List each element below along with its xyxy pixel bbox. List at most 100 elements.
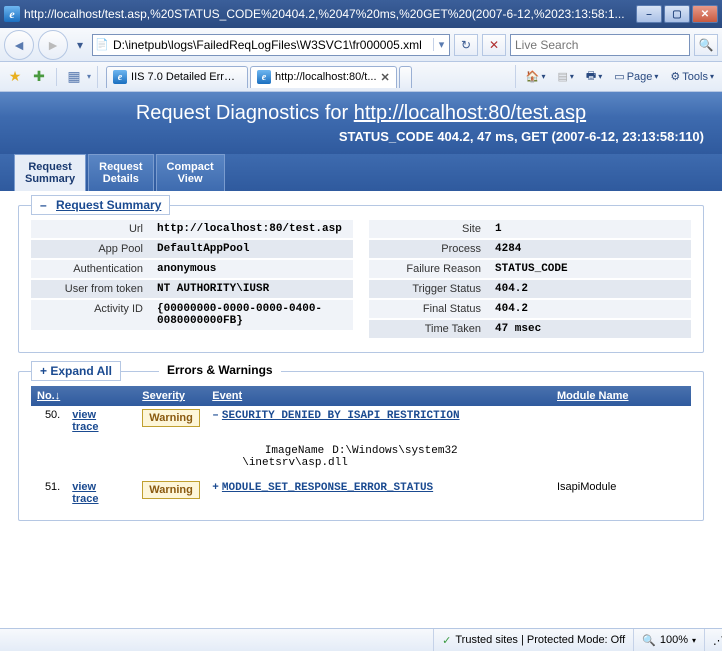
summary-value: http://localhost:80/test.asp — [151, 220, 353, 238]
collapse-icon: – — [40, 198, 52, 212]
summary-row: Urlhttp://localhost:80/test.asp — [31, 220, 353, 238]
zoom-value: 100% — [660, 634, 688, 646]
summary-key: Time Taken — [369, 320, 489, 338]
summary-value: STATUS_CODE — [489, 260, 691, 278]
favorites-star-icon[interactable]: ★ — [4, 66, 26, 88]
forward-button[interactable]: ► — [38, 30, 68, 60]
summary-key: Failure Reason — [369, 260, 489, 278]
zoom-dropdown-icon: ▾ — [692, 636, 696, 645]
ie-favicon: e — [4, 6, 20, 22]
row-no: 51. — [31, 478, 66, 508]
request-summary-link[interactable]: Request Summary — [56, 198, 161, 212]
close-tab-icon[interactable]: ✕ — [381, 71, 390, 84]
tab-request-details[interactable]: RequestDetails — [88, 154, 153, 191]
resize-grip[interactable]: ⋰ — [704, 629, 722, 651]
print-button[interactable]: 🖶▾ — [582, 65, 606, 88]
view-trace-cell: viewtrace — [66, 406, 136, 436]
gear-icon: ⚙ — [670, 70, 680, 83]
summary-key: Site — [369, 220, 489, 238]
address-bar[interactable]: 📄 ▾ — [92, 34, 450, 56]
minimize-button[interactable]: – — [636, 5, 662, 23]
event-link[interactable]: MODULE_SET_RESPONSE_ERROR_STATUS — [222, 482, 433, 494]
table-header-row: No.↓ Severity Event Module Name — [31, 386, 691, 406]
summary-key: User from token — [31, 280, 151, 298]
search-box[interactable] — [510, 34, 690, 56]
print-icon: 🖶 — [586, 67, 596, 86]
summary-key: Authentication — [31, 260, 151, 278]
summary-value: NT AUTHORITY\IUSR — [151, 280, 353, 298]
status-trusted: ✓ Trusted sites | Protected Mode: Off — [433, 629, 633, 651]
col-no[interactable]: No.↓ — [31, 386, 66, 406]
page-label: Page — [627, 71, 653, 83]
search-button[interactable]: 🔍 — [694, 34, 718, 56]
window-titlebar: e http://localhost/test.asp,%20STATUS_CO… — [0, 0, 722, 28]
tab-compact-view[interactable]: CompactView — [156, 154, 225, 191]
tab-iis-error[interactable]: e IIS 7.0 Detailed Error - 4... — [106, 66, 248, 88]
view-trace-link[interactable]: viewtrace — [72, 409, 98, 433]
feeds-button[interactable]: ▤▾ — [553, 68, 577, 85]
title-url-link[interactable]: http://localhost:80/test.asp — [354, 102, 586, 124]
view-trace-cell: viewtrace — [66, 478, 136, 508]
errors-warnings-panel: + Expand All Errors & Warnings No.↓ Seve… — [18, 371, 704, 521]
refresh-button[interactable]: ↻ — [454, 34, 478, 56]
page-header: Request Diagnostics for http://localhost… — [0, 92, 722, 154]
status-trusted-text: Trusted sites | Protected Mode: Off — [455, 634, 625, 646]
zoom-control[interactable]: 🔍 100% ▾ — [633, 629, 704, 651]
tab-request-summary[interactable]: RequestSummary — [14, 154, 86, 191]
severity-badge: Warning — [142, 409, 200, 427]
summary-value: {00000000-0000-0000-0400-0080000000FB} — [151, 300, 353, 330]
col-event[interactable]: Event — [206, 386, 551, 406]
tools-menu[interactable]: ⚙Tools▾ — [666, 68, 718, 85]
summary-value: 47 msec — [489, 320, 691, 338]
summary-row: Trigger Status404.2 — [369, 280, 691, 298]
quick-tabs-icon[interactable]: ▦ — [63, 66, 85, 88]
page-icon: ▭ — [614, 70, 624, 83]
recent-dropdown[interactable]: ▾ — [72, 34, 88, 56]
back-button[interactable]: ◄ — [4, 30, 34, 60]
module-cell — [551, 406, 691, 436]
summary-row: Site1 — [369, 220, 691, 238]
address-input[interactable] — [111, 38, 433, 52]
summary-row: User from tokenNT AUTHORITY\IUSR — [31, 280, 353, 298]
close-button[interactable]: ✕ — [692, 5, 718, 23]
new-tab-button[interactable] — [399, 66, 412, 88]
page-menu[interactable]: ▭Page▾ — [610, 68, 662, 85]
summary-row: Activity ID{00000000-0000-0000-0400-0080… — [31, 300, 353, 330]
home-icon: 🏠 — [526, 70, 540, 83]
command-toolbar: ★ ✚ ▦ ▾ e IIS 7.0 Detailed Error - 4... … — [0, 62, 722, 92]
ie-icon: e — [113, 70, 127, 84]
table-row: 50.viewtraceWarning– SECURITY DENIED BY … — [31, 406, 691, 436]
col-severity[interactable]: Severity — [136, 386, 206, 406]
module-cell: IsapiModule — [551, 478, 691, 508]
rss-icon: ▤ — [557, 70, 567, 83]
summary-row: App PoolDefaultAppPool — [31, 240, 353, 258]
main-tabs: RequestSummary RequestDetails CompactVie… — [0, 154, 722, 191]
summary-right-column: Site1Process4284Failure ReasonSTATUS_COD… — [369, 220, 691, 340]
summary-key: Process — [369, 240, 489, 258]
table-detail-row: ImageNameD:\Windows\system32\inetsrv\asp… — [31, 436, 691, 478]
summary-key: Trigger Status — [369, 280, 489, 298]
summary-key: App Pool — [31, 240, 151, 258]
request-summary-legend[interactable]: –Request Summary — [31, 195, 170, 215]
errors-table: No.↓ Severity Event Module Name 50.viewt… — [31, 386, 691, 508]
view-trace-link[interactable]: viewtrace — [72, 481, 98, 505]
maximize-button[interactable]: ▢ — [664, 5, 690, 23]
zoom-icon: 🔍 — [642, 634, 656, 647]
summary-left-column: Urlhttp://localhost:80/test.asp App PoolD… — [31, 220, 353, 340]
severity-cell: Warning — [136, 406, 206, 436]
row-no: 50. — [31, 406, 66, 436]
search-input[interactable] — [511, 38, 689, 52]
title-prefix: Request Diagnostics for — [136, 102, 354, 124]
tools-label: Tools — [682, 71, 708, 83]
address-dropdown[interactable]: ▾ — [433, 38, 449, 51]
expand-all-button[interactable]: + Expand All — [31, 361, 121, 381]
home-button[interactable]: 🏠▾ — [522, 68, 550, 85]
stop-button[interactable]: ✕ — [482, 34, 506, 56]
add-favorite-icon[interactable]: ✚ — [28, 66, 50, 88]
event-link[interactable]: SECURITY DENIED BY ISAPI RESTRICTION — [222, 410, 460, 422]
summary-value: anonymous — [151, 260, 353, 278]
col-module[interactable]: Module Name — [551, 386, 691, 406]
nav-toolbar: ◄ ► ▾ 📄 ▾ ↻ ✕ 🔍 — [0, 28, 722, 62]
tab-localhost[interactable]: e http://localhost:80/t... ✕ — [250, 66, 397, 88]
check-icon: ✓ — [442, 634, 451, 647]
